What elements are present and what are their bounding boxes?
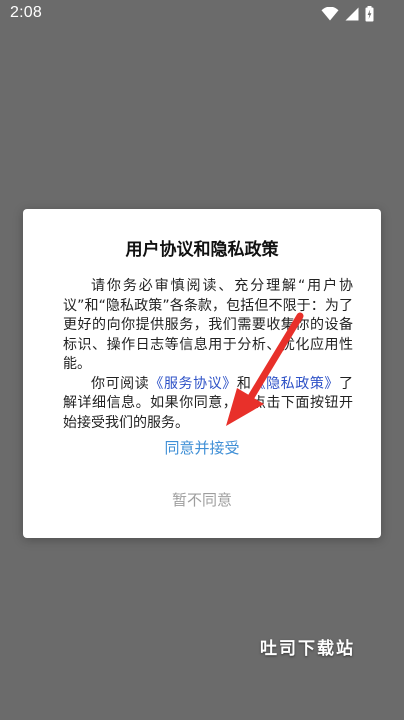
status-bar: 2:08 <box>0 0 404 28</box>
battery-icon <box>365 6 374 22</box>
privacy-dialog: 用户协议和隐私政策 请你务必审慎阅读、充分理解“用户协议”和“隐私政策”各条款，… <box>23 209 381 538</box>
signal-icon <box>345 7 359 21</box>
dialog-title: 用户协议和隐私政策 <box>125 240 279 260</box>
dialog-paragraph-2: 你可阅读《服务协议》和《隐私政策》了解详细信息。如果你同意，请点击下面按钮开始接… <box>63 375 353 434</box>
decline-button[interactable]: 暂不同意 <box>23 483 381 517</box>
dialog-body: 请你务必审慎阅读、充分理解“用户协议”和“隐私政策”各条款，包括但不限于：为了更… <box>63 277 353 433</box>
paragraph-2-prefix: 你可阅读 <box>91 375 150 392</box>
status-icons <box>321 5 374 23</box>
privacy-policy-link[interactable]: 《隐私政策》 <box>251 376 339 392</box>
watermark-text: 吐司下载站 <box>260 639 355 659</box>
wifi-icon <box>321 7 339 21</box>
dialog-paragraph-1: 请你务必审慎阅读、充分理解“用户协议”和“隐私政策”各条款，包括但不限于：为了更… <box>63 278 353 372</box>
agree-button[interactable]: 同意并接受 <box>23 431 381 465</box>
status-time: 2:08 <box>10 4 42 21</box>
service-agreement-link[interactable]: 《服务协议》 <box>149 376 237 392</box>
paragraph-2-and: 和 <box>236 375 252 392</box>
